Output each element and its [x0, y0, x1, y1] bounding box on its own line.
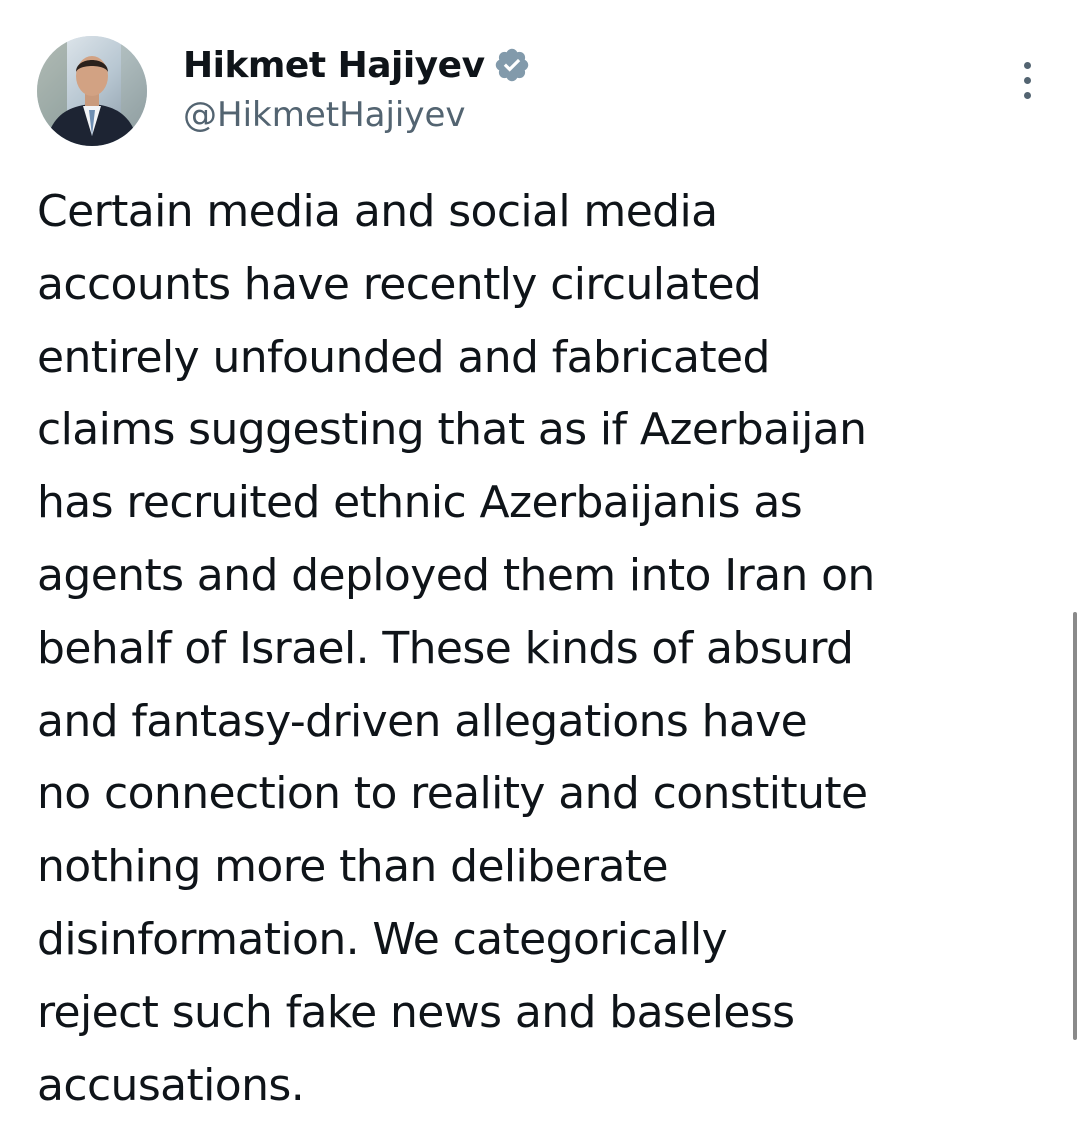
- tweet-text-line: no connection to reality and constitute: [37, 768, 868, 820]
- more-options-icon[interactable]: [1005, 58, 1049, 102]
- tweet-text-line: and fantasy-driven allegations have: [37, 695, 808, 747]
- author-handle[interactable]: @HikmetHajiyev: [183, 95, 466, 135]
- tweet-text-line: has recruited ethnic Azerbaijanis as: [37, 477, 803, 529]
- tweet-text-line: accounts have recently circulated: [37, 258, 762, 310]
- avatar[interactable]: [37, 36, 147, 146]
- more-options-dot: [1023, 61, 1031, 69]
- author-display-name[interactable]: Hikmet Hajiyev: [183, 45, 485, 86]
- more-options-dot: [1023, 76, 1031, 84]
- tweet-text-line: entirely unfounded and fabricated: [37, 331, 770, 383]
- tweet-text-line: accusations.: [37, 1059, 305, 1111]
- tweet-text-line: claims suggesting that as if Azerbaijan: [37, 404, 867, 456]
- tweet-text: Certain media and social media accounts …: [37, 176, 1042, 1122]
- avatar-image: [37, 36, 147, 146]
- tweet-card: Hikmet Hajiyev @HikmetHajiyev Certain me…: [0, 0, 1080, 1130]
- scrollbar[interactable]: [1073, 612, 1077, 1040]
- tweet-text-line: disinformation. We categorically: [37, 913, 728, 965]
- verified-badge-icon: [493, 46, 531, 84]
- tweet-text-line: agents and deployed them into Iran on: [37, 549, 875, 601]
- author-name-row: Hikmet Hajiyev: [183, 40, 531, 90]
- tweet-text-line: reject such fake news and baseless: [37, 986, 795, 1038]
- tweet-text-line: nothing more than deliberate: [37, 841, 669, 893]
- tweet-text-line: Certain media and social media: [37, 186, 718, 237]
- more-options-dot: [1023, 91, 1031, 99]
- tweet-text-line: behalf of Israel. These kinds of absurd: [37, 622, 854, 674]
